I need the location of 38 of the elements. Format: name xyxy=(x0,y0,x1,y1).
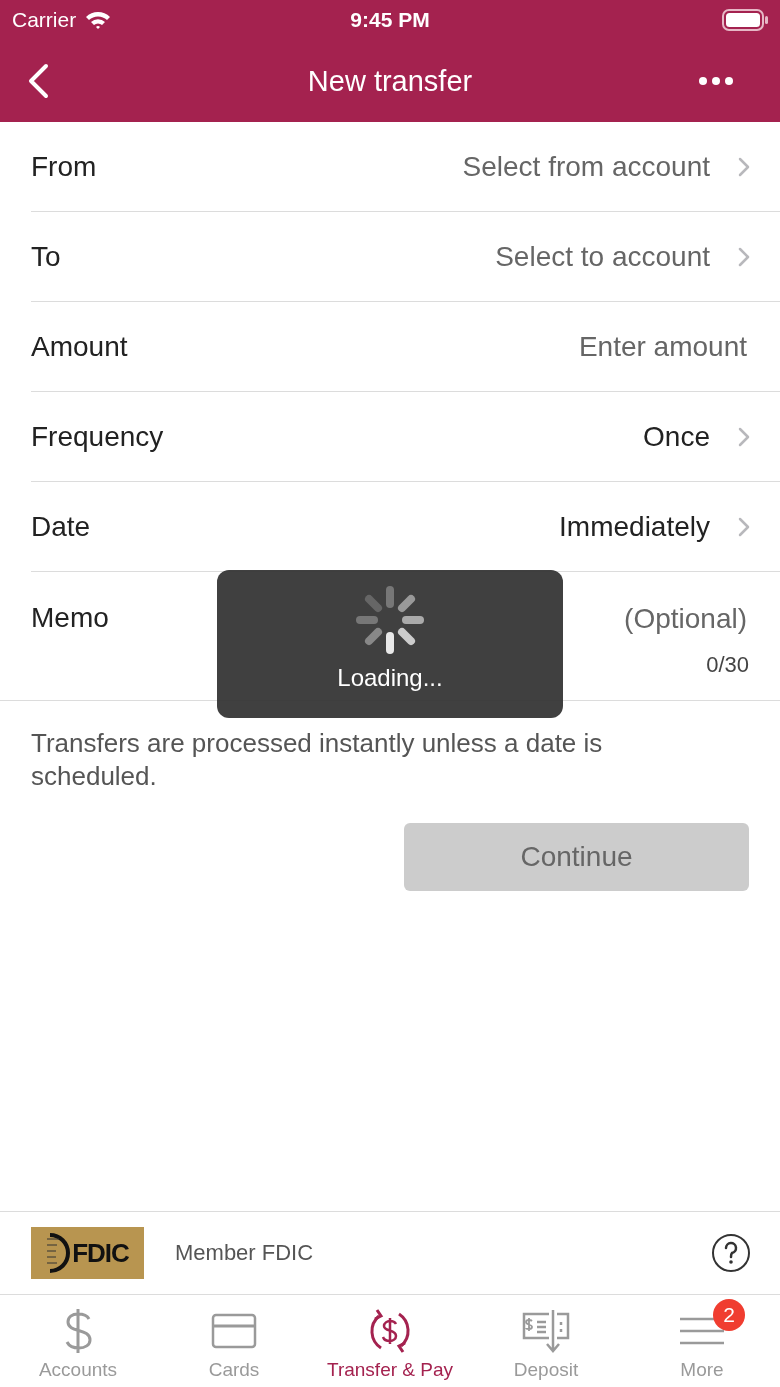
screen-title: New transfer xyxy=(307,64,473,98)
tab-item[interactable]: 2 More xyxy=(624,1295,780,1387)
battery-icon xyxy=(722,9,768,31)
field-label: From xyxy=(31,150,97,183)
card-icon xyxy=(211,1313,257,1349)
more-options-button[interactable] xyxy=(698,76,734,86)
help-icon xyxy=(711,1233,751,1273)
character-counter: 0/30 xyxy=(706,652,749,678)
info-text: Transfers are processed instantly unless a date is scheduled. xyxy=(31,727,604,793)
chevron-icon xyxy=(738,515,750,538)
spinner-icon xyxy=(356,586,424,654)
check-deposit-icon xyxy=(521,1308,571,1354)
status-time: 9:45 PM xyxy=(350,8,430,32)
help-button[interactable] xyxy=(711,1233,751,1273)
select-field[interactable]: Once xyxy=(643,420,750,453)
loading-text: Loading... xyxy=(337,664,443,692)
ellipsis-icon xyxy=(698,76,734,86)
field-label: Memo xyxy=(31,602,109,634)
member-text: Member FDIC xyxy=(175,1240,314,1266)
field-label: Amount xyxy=(31,330,128,363)
field-label: Date xyxy=(31,510,91,543)
tab-item[interactable]: Transfer & Pay xyxy=(312,1295,468,1387)
carrier-name: Carrier xyxy=(12,8,77,32)
wifi-icon xyxy=(84,10,113,30)
chevron-icon xyxy=(738,155,750,178)
field-label: Frequency xyxy=(31,420,164,453)
back-button[interactable] xyxy=(26,63,50,99)
back-icon xyxy=(26,63,50,99)
field-label: To xyxy=(31,240,61,273)
notification-badge: 2 xyxy=(713,1299,745,1331)
select-field[interactable]: Select to account xyxy=(495,240,750,273)
select-field[interactable]: Select from account xyxy=(462,150,750,183)
chevron-icon xyxy=(738,245,750,268)
menu-icon xyxy=(679,1316,725,1346)
select-field[interactable]: Immediately xyxy=(559,510,750,543)
fdic-logo: FDIC xyxy=(31,1227,144,1279)
seal-icon xyxy=(46,1233,71,1273)
chevron-icon xyxy=(738,425,750,448)
